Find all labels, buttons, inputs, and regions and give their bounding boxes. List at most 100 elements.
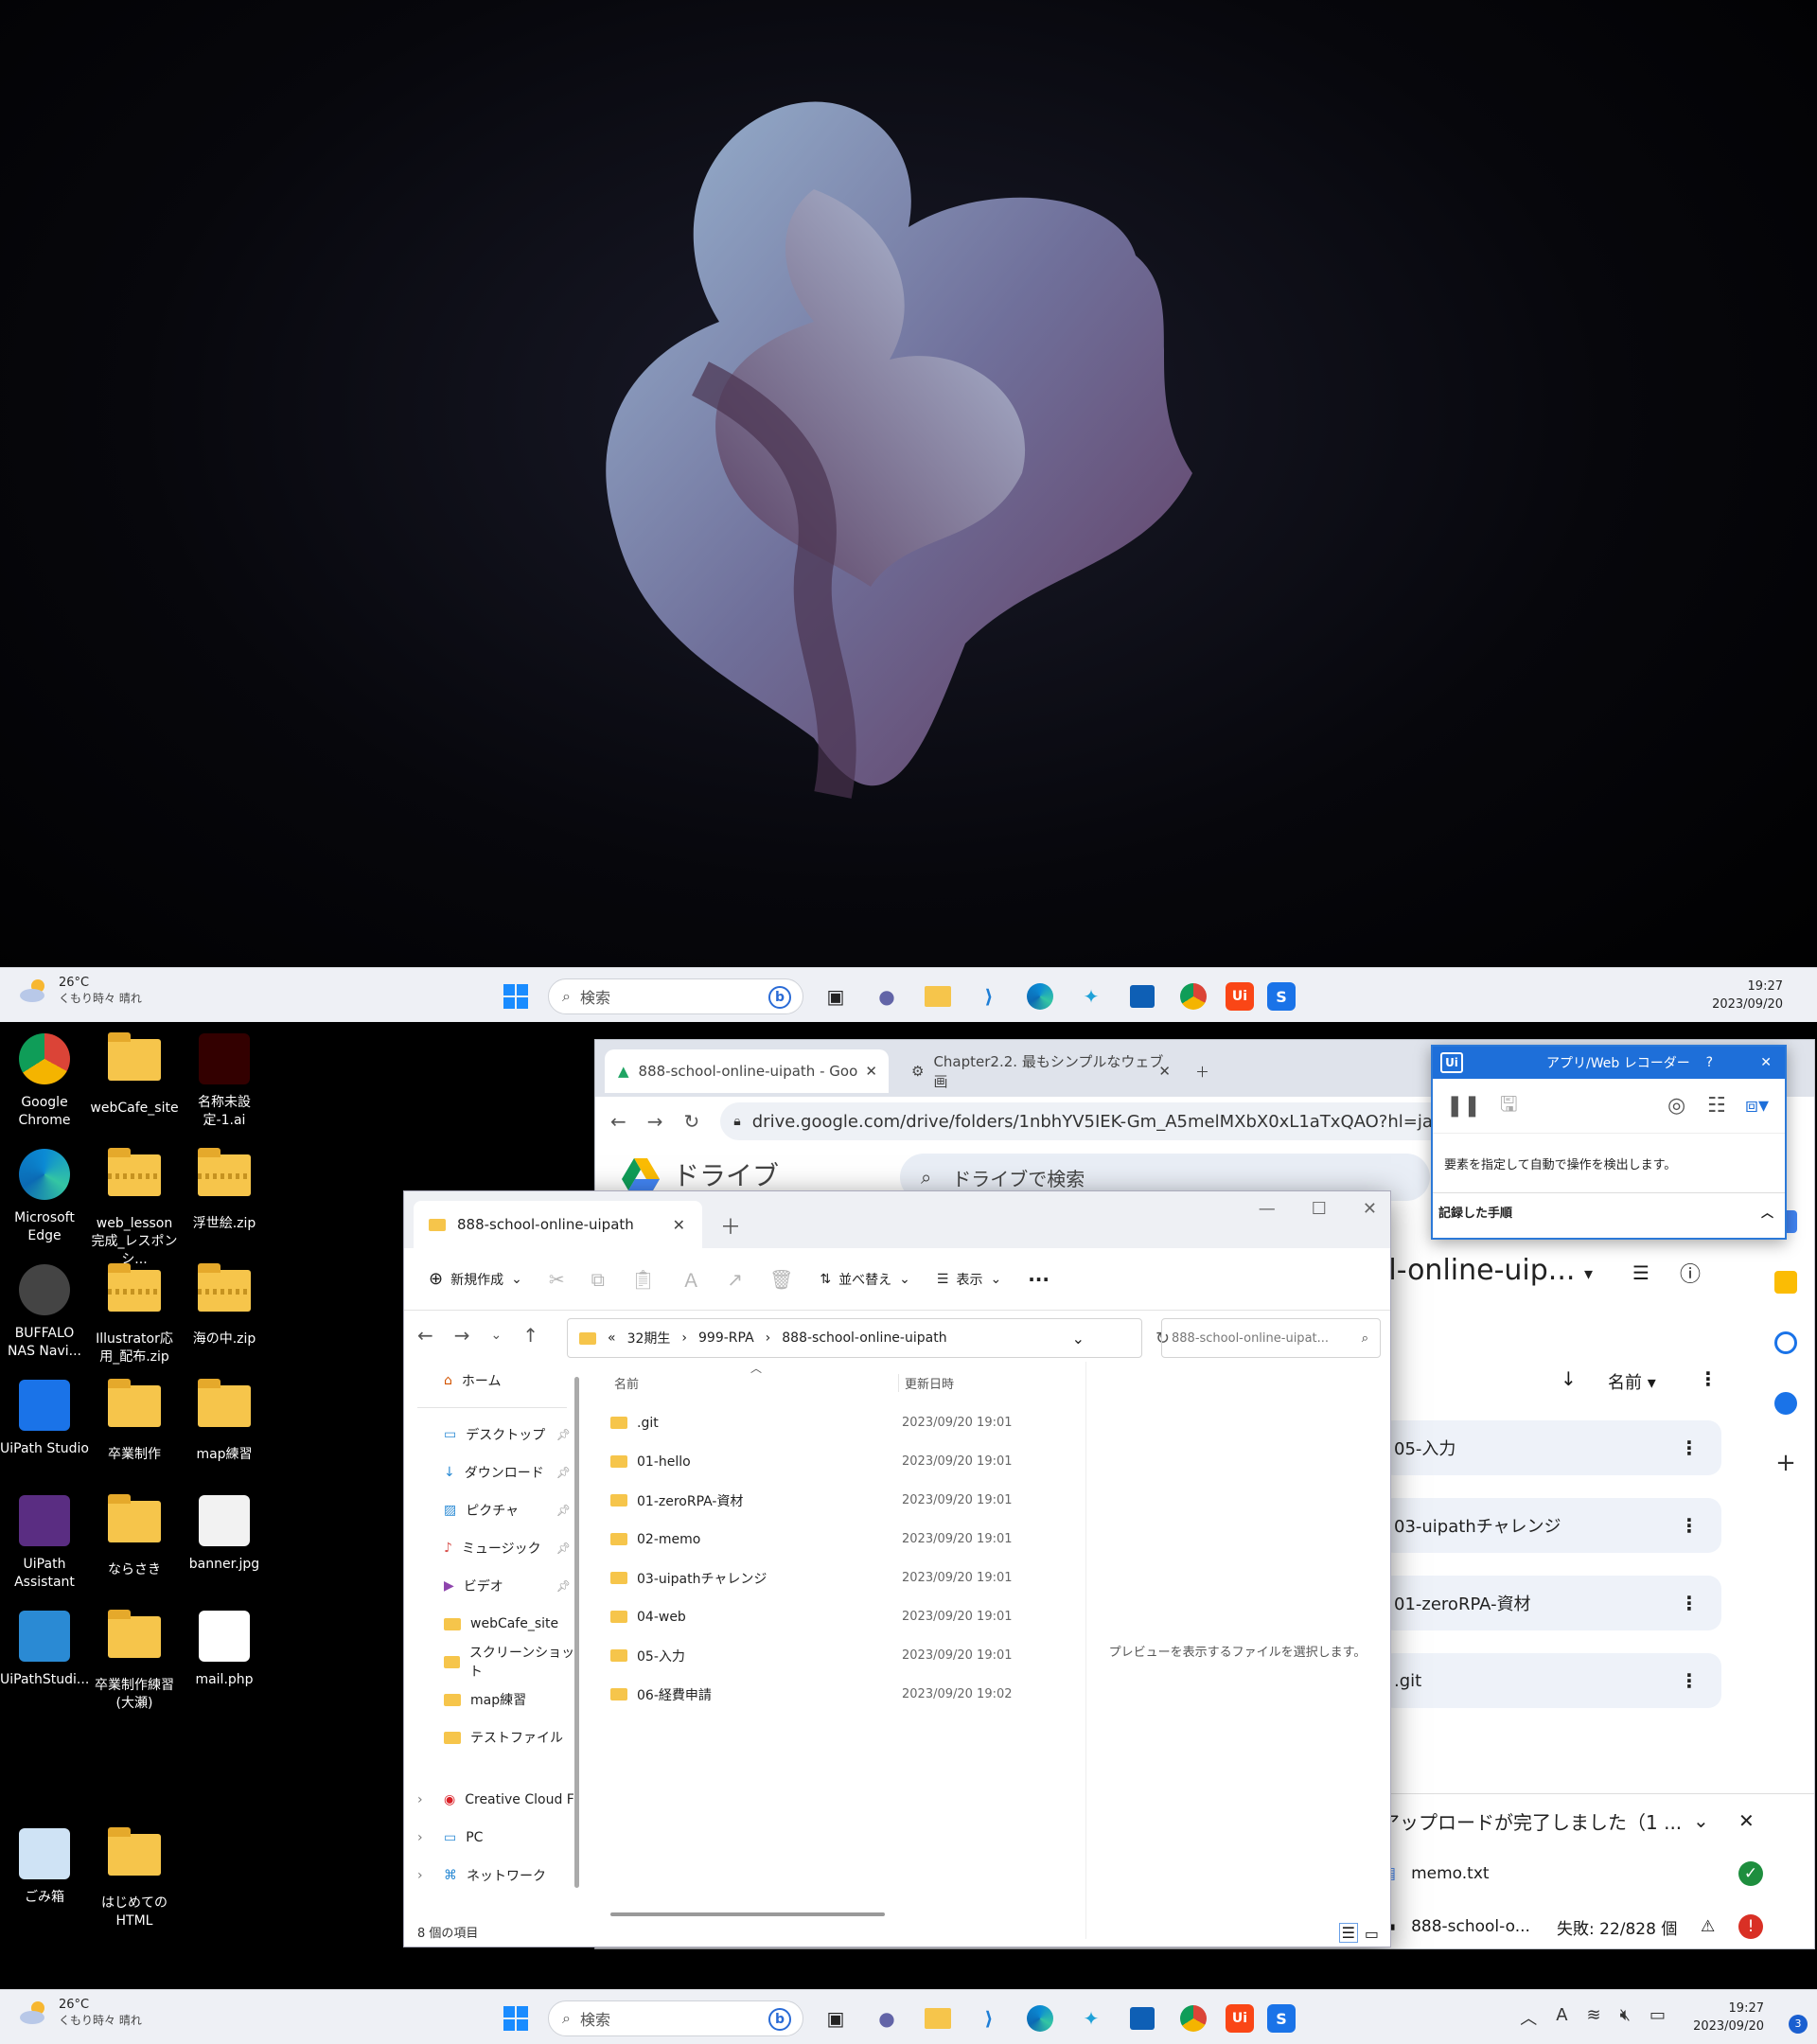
minimize-icon[interactable]: —: [1259, 1199, 1276, 1219]
desktop-icon[interactable]: 卒業制作練習(大瀬): [90, 1607, 179, 1713]
desktop-icon[interactable]: UiPathStudi...: [0, 1607, 89, 1689]
chevron-up-icon[interactable]: ︿: [1520, 2005, 1537, 2030]
edge-icon[interactable]: [1021, 2000, 1059, 2037]
file-row[interactable]: .git 2023/09/20 19:01: [590, 1403, 1072, 1442]
store-icon[interactable]: [1123, 2000, 1161, 2037]
start-windows-icon[interactable]: [497, 2000, 535, 2037]
help-button[interactable]: ?: [1706, 1055, 1713, 1070]
file-explorer-icon[interactable]: [919, 2000, 957, 2037]
desktop-icon[interactable]: Illustrator応用_配布.zip: [90, 1260, 179, 1366]
cut-icon[interactable]: ✂: [549, 1268, 565, 1291]
taskbar-search[interactable]: ⌕ 検索 b: [548, 978, 803, 1014]
delete-icon[interactable]: 🗑︎: [769, 1268, 793, 1291]
view-button[interactable]: ☰ 表示 ⌄: [937, 1270, 1001, 1289]
uipath-studio-taskbar-icon[interactable]: Ui: [1226, 2004, 1254, 2033]
nav-pane-item[interactable]: map練習: [404, 1681, 580, 1718]
wifi-icon[interactable]: ≋: [1587, 2005, 1601, 2030]
file-explorer-icon[interactable]: [919, 978, 957, 1015]
column-name[interactable]: 名前: [614, 1374, 639, 1392]
upload-file1[interactable]: memo.txt: [1411, 1864, 1489, 1883]
chevron-down-icon[interactable]: ⌄: [1072, 1330, 1085, 1348]
nav-pane-item[interactable]: ▨ ピクチャ 📌︎: [404, 1491, 580, 1529]
sort-arrow-icon[interactable]: ↓: [1561, 1367, 1577, 1390]
maximize-icon[interactable]: ☐: [1312, 1199, 1327, 1219]
new-tab-button[interactable]: ＋: [720, 1210, 741, 1241]
weather-widget[interactable]: 26°C くもり時々 晴れ: [19, 976, 142, 1006]
clock[interactable]: 19:27 2023/09/20: [1712, 978, 1783, 1013]
drive-folder-row[interactable]: 03-uipathチャレンジ ⋮: [1381, 1498, 1721, 1553]
more-vert-icon[interactable]: ⋮: [1699, 1367, 1718, 1390]
list-view-icon[interactable]: ☰: [1632, 1261, 1649, 1284]
more-vert-icon[interactable]: ⋮: [1680, 1514, 1699, 1537]
ime-icon[interactable]: A: [1556, 2005, 1567, 2030]
save-icon[interactable]: 🖫︎: [1500, 1088, 1518, 1124]
vscode-icon[interactable]: ⟩: [970, 2000, 1008, 2037]
vertical-scrollbar[interactable]: [574, 1377, 579, 1888]
horizontal-scrollbar[interactable]: [610, 1912, 885, 1916]
drive-folder-title[interactable]: ol-online-uip... ▾: [1371, 1254, 1593, 1287]
nav-pane-item[interactable]: › ▭ PC: [404, 1819, 580, 1857]
back-icon[interactable]: ←: [610, 1110, 626, 1133]
desktop-icon[interactable]: はじめてのHTML: [90, 1824, 179, 1930]
back-icon[interactable]: ←: [417, 1324, 433, 1347]
keep-icon[interactable]: [1774, 1271, 1797, 1294]
explorer-search[interactable]: 888-school-online-uipat... ⌕: [1161, 1318, 1381, 1358]
store-icon[interactable]: [1123, 978, 1161, 1015]
task-view-icon[interactable]: ▣: [817, 978, 855, 1015]
drive-folder-row[interactable]: 05-入力 ⋮: [1381, 1420, 1721, 1475]
clock[interactable]: 19:27 2023/09/20: [1693, 2000, 1764, 2035]
chrome-icon[interactable]: [1174, 978, 1212, 1015]
taskbar-search[interactable]: ⌕ 検索 b: [548, 2000, 803, 2036]
column-date[interactable]: 更新日時: [898, 1373, 954, 1392]
rename-icon[interactable]: Ａ: [681, 1265, 700, 1293]
breadcrumb-segment[interactable]: 32期生: [627, 1329, 671, 1348]
chrome-tab-drive[interactable]: ▲ 888-school-online-uipath - Goo ✕: [605, 1049, 889, 1093]
vscode-icon[interactable]: ⟩: [970, 978, 1008, 1015]
nav-pane-item[interactable]: ⌂ ホーム: [404, 1362, 580, 1400]
desktop-icon[interactable]: webCafe_site: [90, 1030, 179, 1118]
forward-icon[interactable]: →: [454, 1324, 470, 1347]
start-windows-icon[interactable]: [497, 978, 535, 1015]
drive-folder-row[interactable]: 01-zeroRPA-資材 ⋮: [1381, 1576, 1721, 1630]
upload-file2[interactable]: 888-school-o...: [1411, 1917, 1530, 1936]
desktop-icon[interactable]: 名称未設定-1.ai: [180, 1030, 269, 1130]
desktop-icon[interactable]: Microsoft Edge: [0, 1145, 89, 1245]
more-vert-icon[interactable]: ⋮: [1680, 1669, 1699, 1692]
nav-pane-item[interactable]: ↓ ダウンロード 📌︎: [404, 1454, 580, 1491]
notification-badge[interactable]: 3: [1789, 2015, 1808, 2034]
chrome-icon[interactable]: [1174, 2000, 1212, 2037]
desktop-icon[interactable]: banner.jpg: [180, 1491, 269, 1574]
file-row[interactable]: 03-uipathチャレンジ 2023/09/20 19:01: [590, 1559, 1072, 1597]
breadcrumb-segment[interactable]: 999-RPA: [698, 1330, 754, 1346]
nav-pane-item[interactable]: ▭ デスクトップ 📌︎: [404, 1416, 580, 1454]
drive-folder-row[interactable]: .git ⋮: [1381, 1653, 1721, 1708]
breadcrumb-segment[interactable]: «: [608, 1330, 616, 1346]
uipath-assistant-taskbar-icon[interactable]: S: [1267, 982, 1296, 1011]
nav-pane-item[interactable]: ♪ ミュージック 📌︎: [404, 1529, 580, 1567]
sort-by-name[interactable]: 名前 ▾: [1608, 1369, 1656, 1394]
chevron-right-icon[interactable]: ›: [417, 1868, 423, 1883]
explorer-tab[interactable]: 888-school-online-uipath ✕: [414, 1201, 702, 1248]
close-icon[interactable]: ✕: [1158, 1063, 1171, 1080]
details-view-icon[interactable]: ☰: [1338, 1923, 1358, 1943]
desktop-icon[interactable]: UiPath Studio: [0, 1376, 89, 1458]
file-row[interactable]: 02-memo 2023/09/20 19:01: [590, 1520, 1072, 1559]
file-row[interactable]: 04-web 2023/09/20 19:01: [590, 1597, 1072, 1636]
info-icon[interactable]: ⓘ: [1680, 1258, 1701, 1288]
contacts-icon[interactable]: [1774, 1392, 1797, 1415]
tiles-view-icon[interactable]: ▭: [1365, 1925, 1379, 1943]
close-icon[interactable]: ✕: [1363, 1199, 1377, 1219]
close-icon[interactable]: ✕: [1760, 1055, 1772, 1070]
new-button[interactable]: ⊕ 新規作成 ⌄: [429, 1269, 522, 1289]
file-row[interactable]: 01-zeroRPA-資材 2023/09/20 19:01: [590, 1481, 1072, 1520]
desktop-icon[interactable]: ごみ箱: [0, 1824, 89, 1907]
nav-pane-item[interactable]: › ◉ Creative Cloud F: [404, 1781, 580, 1819]
copy-icon[interactable]: ⧉: [591, 1268, 605, 1291]
chrome-tab-chapter[interactable]: ⚙ Chapter2.2. 最もシンプルなウェブ画 ✕: [898, 1049, 1182, 1093]
more-vert-icon[interactable]: ⋮: [1680, 1436, 1699, 1459]
uipath-assistant-taskbar-icon[interactable]: S: [1267, 2004, 1296, 2033]
desktop-icon[interactable]: 卒業制作: [90, 1376, 179, 1464]
bing-icon[interactable]: b: [768, 986, 791, 1009]
edge-icon[interactable]: [1021, 978, 1059, 1015]
teams-chat-icon[interactable]: ●: [868, 978, 906, 1015]
